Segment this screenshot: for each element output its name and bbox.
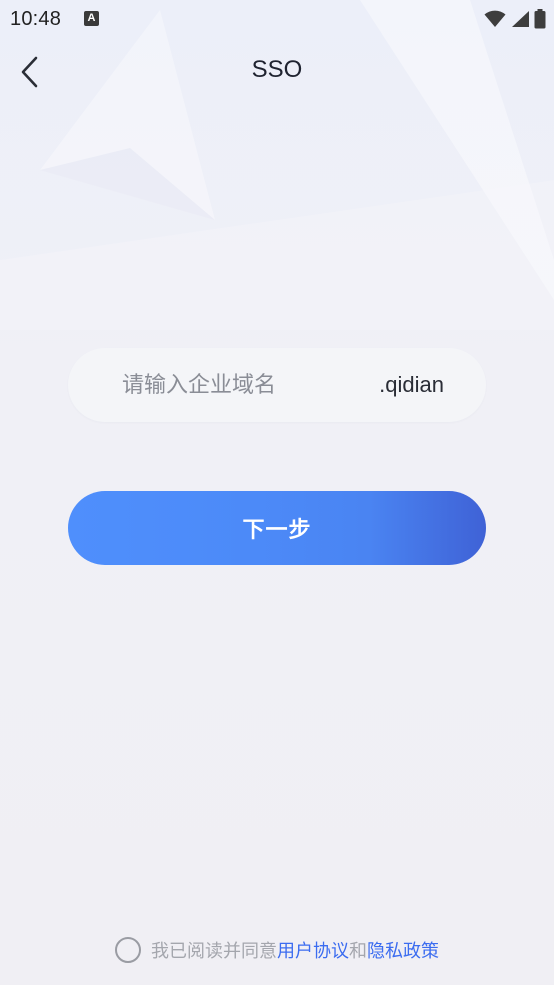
signal-icon	[512, 11, 529, 27]
user-agreement-link[interactable]: 用户协议	[277, 937, 349, 963]
agree-checkbox[interactable]	[115, 937, 141, 963]
battery-icon	[534, 9, 546, 29]
domain-input[interactable]	[122, 348, 352, 422]
status-time: 10:48	[10, 8, 62, 30]
domain-field: .qidian	[68, 348, 486, 422]
wifi-icon	[484, 10, 506, 27]
title-bar: SSO	[0, 44, 554, 100]
page-title: SSO	[251, 56, 303, 83]
agreement-prefix: 我已阅读并同意	[151, 941, 277, 962]
status-indicators	[484, 9, 546, 29]
notification-a-icon: A	[84, 11, 99, 26]
privacy-policy-link[interactable]: 隐私政策	[367, 937, 439, 963]
next-step-button[interactable]: 下一步	[68, 491, 486, 565]
status-bar: 10:48 A	[0, 0, 554, 38]
domain-suffix: .qidian	[379, 372, 444, 397]
agreement-conjunction: 和	[349, 941, 367, 962]
agreement-row: 我已阅读并同意 用户协议和隐私政策	[0, 933, 554, 967]
